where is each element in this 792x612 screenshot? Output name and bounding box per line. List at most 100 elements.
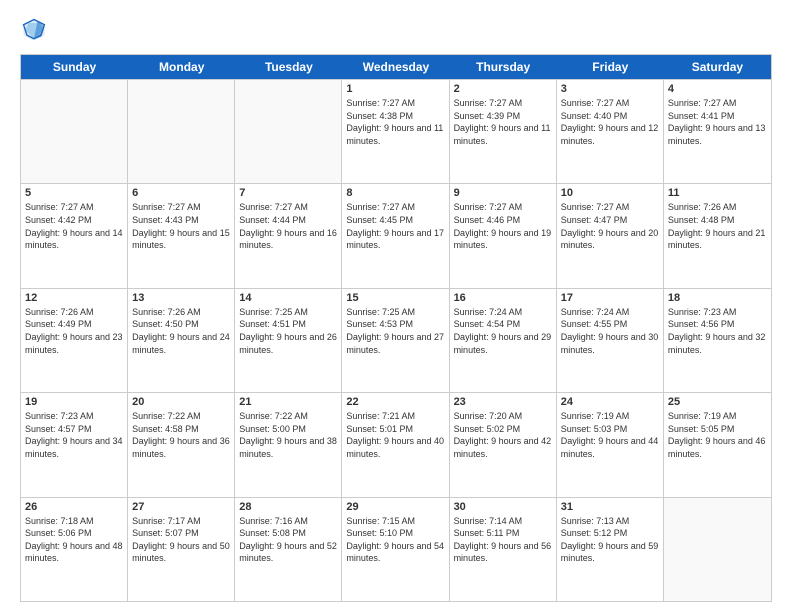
cell-details: Sunrise: 7:27 AMSunset: 4:41 PMDaylight:… <box>668 97 767 147</box>
cell-details: Sunrise: 7:21 AMSunset: 5:01 PMDaylight:… <box>346 410 444 460</box>
weekday-header: Friday <box>557 55 664 79</box>
day-number: 1 <box>346 83 444 95</box>
day-number: 31 <box>561 501 659 513</box>
day-number: 18 <box>668 292 767 304</box>
calendar-cell: 30 Sunrise: 7:14 AMSunset: 5:11 PMDayligh… <box>450 498 557 601</box>
cell-details: Sunrise: 7:26 AMSunset: 4:48 PMDaylight:… <box>668 201 767 251</box>
cell-details: Sunrise: 7:23 AMSunset: 4:57 PMDaylight:… <box>25 410 123 460</box>
cell-details: Sunrise: 7:27 AMSunset: 4:43 PMDaylight:… <box>132 201 230 251</box>
day-number: 21 <box>239 396 337 408</box>
calendar-cell <box>235 80 342 183</box>
cell-details: Sunrise: 7:15 AMSunset: 5:10 PMDaylight:… <box>346 515 444 565</box>
calendar-row: 19 Sunrise: 7:23 AMSunset: 4:57 PMDayligh… <box>21 392 771 496</box>
calendar-cell: 15 Sunrise: 7:25 AMSunset: 4:53 PMDayligh… <box>342 289 449 392</box>
calendar-cell: 17 Sunrise: 7:24 AMSunset: 4:55 PMDayligh… <box>557 289 664 392</box>
calendar-cell: 29 Sunrise: 7:15 AMSunset: 5:10 PMDayligh… <box>342 498 449 601</box>
calendar-cell: 12Sunrise: 7:26 AMSunset: 4:49 PMDayligh… <box>21 289 128 392</box>
cell-details: Sunrise: 7:24 AMSunset: 4:54 PMDaylight:… <box>454 306 552 356</box>
day-number: 3 <box>561 83 659 95</box>
cell-details: Sunrise: 7:18 AMSunset: 5:06 PMDaylight:… <box>25 515 123 565</box>
header <box>20 16 772 44</box>
day-number: 4 <box>668 83 767 95</box>
calendar-body: 1 Sunrise: 7:27 AMSunset: 4:38 PMDaylight… <box>21 79 771 601</box>
calendar-header: SundayMondayTuesdayWednesdayThursdayFrid… <box>21 55 771 79</box>
cell-details: Sunrise: 7:27 AMSunset: 4:38 PMDaylight:… <box>346 97 444 147</box>
cell-details: Sunrise: 7:16 AMSunset: 5:08 PMDaylight:… <box>239 515 337 565</box>
cell-details: Sunrise: 7:27 AMSunset: 4:46 PMDaylight:… <box>454 201 552 251</box>
cell-details: Sunrise: 7:23 AMSunset: 4:56 PMDaylight:… <box>668 306 767 356</box>
day-number: 19 <box>25 396 123 408</box>
day-number: 14 <box>239 292 337 304</box>
cell-details: Sunrise: 7:13 AMSunset: 5:12 PMDaylight:… <box>561 515 659 565</box>
day-number: 12 <box>25 292 123 304</box>
calendar-cell: 25Sunrise: 7:19 AMSunset: 5:05 PMDayligh… <box>664 393 771 496</box>
calendar-row: 1 Sunrise: 7:27 AMSunset: 4:38 PMDaylight… <box>21 79 771 183</box>
day-number: 9 <box>454 187 552 199</box>
calendar-cell: 8 Sunrise: 7:27 AMSunset: 4:45 PMDaylight… <box>342 184 449 287</box>
calendar-cell: 6 Sunrise: 7:27 AMSunset: 4:43 PMDaylight… <box>128 184 235 287</box>
calendar-row: 5 Sunrise: 7:27 AMSunset: 4:42 PMDaylight… <box>21 183 771 287</box>
calendar-cell: 24 Sunrise: 7:19 AMSunset: 5:03 PMDayligh… <box>557 393 664 496</box>
day-number: 6 <box>132 187 230 199</box>
weekday-header: Monday <box>128 55 235 79</box>
calendar-cell: 10Sunrise: 7:27 AMSunset: 4:47 PMDayligh… <box>557 184 664 287</box>
day-number: 28 <box>239 501 337 513</box>
calendar-cell <box>128 80 235 183</box>
day-number: 30 <box>454 501 552 513</box>
day-number: 22 <box>346 396 444 408</box>
calendar-row: 12Sunrise: 7:26 AMSunset: 4:49 PMDayligh… <box>21 288 771 392</box>
day-number: 8 <box>346 187 444 199</box>
cell-details: Sunrise: 7:26 AMSunset: 4:50 PMDaylight:… <box>132 306 230 356</box>
cell-details: Sunrise: 7:22 AMSunset: 5:00 PMDaylight:… <box>239 410 337 460</box>
day-number: 17 <box>561 292 659 304</box>
weekday-header: Wednesday <box>342 55 449 79</box>
day-number: 15 <box>346 292 444 304</box>
calendar-cell: 23 Sunrise: 7:20 AMSunset: 5:02 PMDayligh… <box>450 393 557 496</box>
calendar-cell: 2Sunrise: 7:27 AMSunset: 4:39 PMDaylight… <box>450 80 557 183</box>
cell-details: Sunrise: 7:17 AMSunset: 5:07 PMDaylight:… <box>132 515 230 565</box>
cell-details: Sunrise: 7:25 AMSunset: 4:53 PMDaylight:… <box>346 306 444 356</box>
day-number: 5 <box>25 187 123 199</box>
calendar-cell: 16Sunrise: 7:24 AMSunset: 4:54 PMDayligh… <box>450 289 557 392</box>
calendar-cell: 13 Sunrise: 7:26 AMSunset: 4:50 PMDayligh… <box>128 289 235 392</box>
weekday-header: Tuesday <box>235 55 342 79</box>
calendar-cell: 18 Sunrise: 7:23 AMSunset: 4:56 PMDayligh… <box>664 289 771 392</box>
weekday-header: Sunday <box>21 55 128 79</box>
calendar-cell: 14 Sunrise: 7:25 AMSunset: 4:51 PMDayligh… <box>235 289 342 392</box>
cell-details: Sunrise: 7:24 AMSunset: 4:55 PMDaylight:… <box>561 306 659 356</box>
cell-details: Sunrise: 7:14 AMSunset: 5:11 PMDaylight:… <box>454 515 552 565</box>
cell-details: Sunrise: 7:27 AMSunset: 4:40 PMDaylight:… <box>561 97 659 147</box>
cell-details: Sunrise: 7:19 AMSunset: 5:03 PMDaylight:… <box>561 410 659 460</box>
day-number: 2 <box>454 83 552 95</box>
calendar-cell: 21 Sunrise: 7:22 AMSunset: 5:00 PMDayligh… <box>235 393 342 496</box>
cell-details: Sunrise: 7:27 AMSunset: 4:45 PMDaylight:… <box>346 201 444 251</box>
logo-icon <box>20 16 48 44</box>
calendar-cell: 26Sunrise: 7:18 AMSunset: 5:06 PMDayligh… <box>21 498 128 601</box>
cell-details: Sunrise: 7:22 AMSunset: 4:58 PMDaylight:… <box>132 410 230 460</box>
calendar-cell: 31 Sunrise: 7:13 AMSunset: 5:12 PMDayligh… <box>557 498 664 601</box>
calendar-cell: 28 Sunrise: 7:16 AMSunset: 5:08 PMDayligh… <box>235 498 342 601</box>
logo <box>20 16 52 44</box>
cell-details: Sunrise: 7:27 AMSunset: 4:42 PMDaylight:… <box>25 201 123 251</box>
day-number: 20 <box>132 396 230 408</box>
weekday-header: Thursday <box>450 55 557 79</box>
day-number: 29 <box>346 501 444 513</box>
calendar: SundayMondayTuesdayWednesdayThursdayFrid… <box>20 54 772 602</box>
calendar-cell: 19 Sunrise: 7:23 AMSunset: 4:57 PMDayligh… <box>21 393 128 496</box>
cell-details: Sunrise: 7:20 AMSunset: 5:02 PMDaylight:… <box>454 410 552 460</box>
calendar-cell: 11 Sunrise: 7:26 AMSunset: 4:48 PMDayligh… <box>664 184 771 287</box>
day-number: 24 <box>561 396 659 408</box>
day-number: 23 <box>454 396 552 408</box>
day-number: 27 <box>132 501 230 513</box>
calendar-cell: 22 Sunrise: 7:21 AMSunset: 5:01 PMDayligh… <box>342 393 449 496</box>
cell-details: Sunrise: 7:27 AMSunset: 4:44 PMDaylight:… <box>239 201 337 251</box>
day-number: 13 <box>132 292 230 304</box>
calendar-cell: 4 Sunrise: 7:27 AMSunset: 4:41 PMDaylight… <box>664 80 771 183</box>
day-number: 11 <box>668 187 767 199</box>
cell-details: Sunrise: 7:25 AMSunset: 4:51 PMDaylight:… <box>239 306 337 356</box>
calendar-cell: 7 Sunrise: 7:27 AMSunset: 4:44 PMDaylight… <box>235 184 342 287</box>
day-number: 7 <box>239 187 337 199</box>
cell-details: Sunrise: 7:27 AMSunset: 4:47 PMDaylight:… <box>561 201 659 251</box>
calendar-cell <box>664 498 771 601</box>
calendar-cell: 27 Sunrise: 7:17 AMSunset: 5:07 PMDayligh… <box>128 498 235 601</box>
